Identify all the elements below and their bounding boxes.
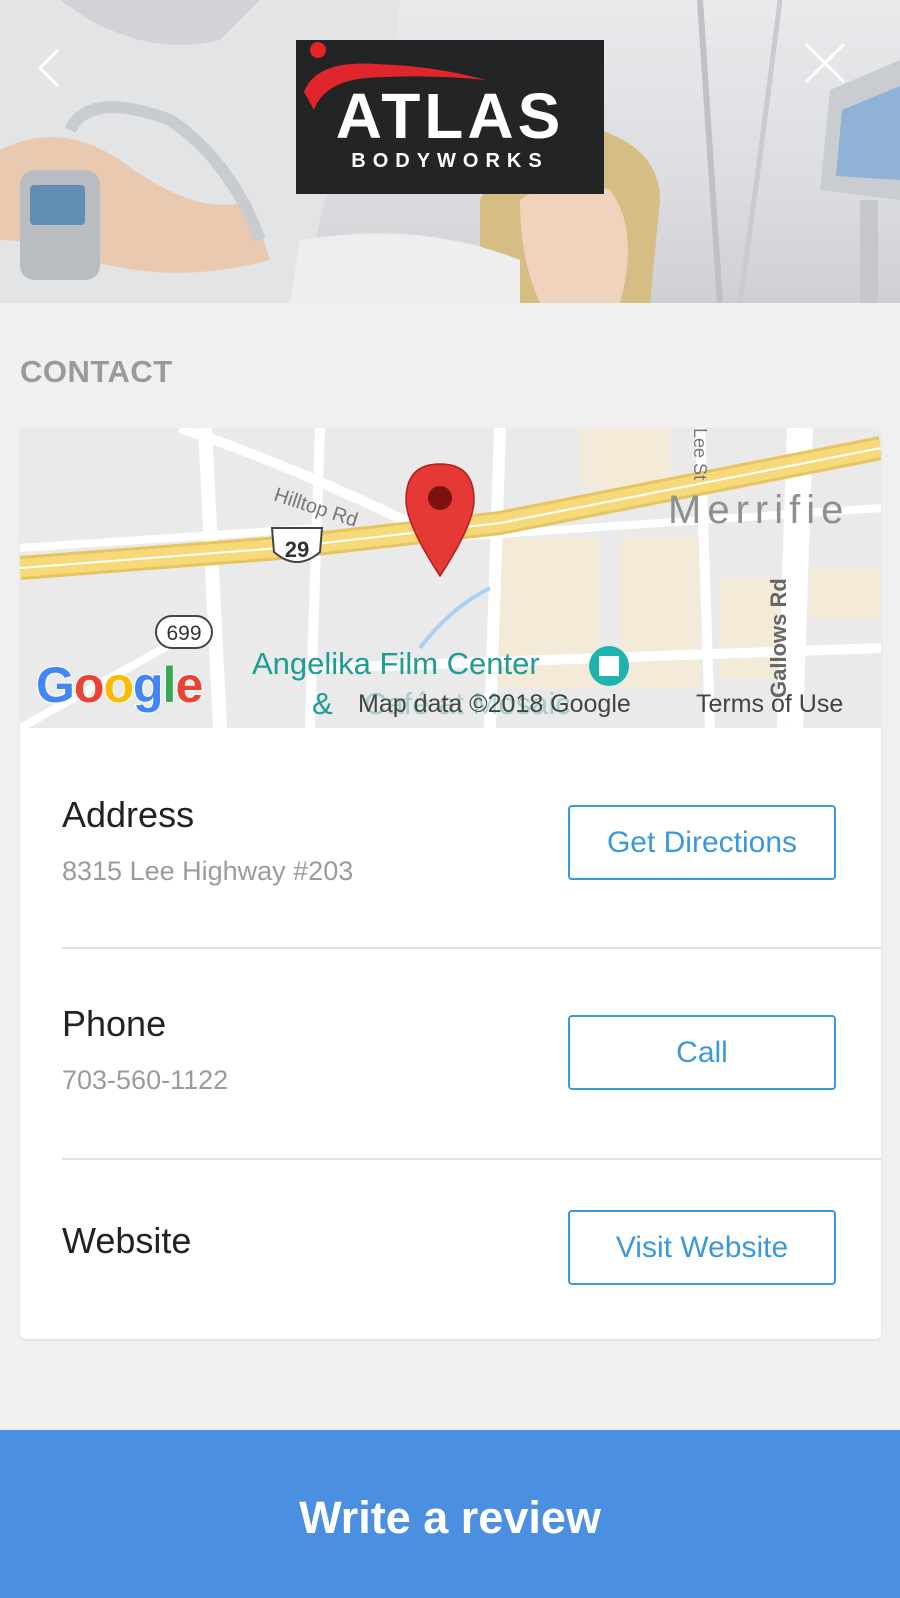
get-directions-button[interactable]: Get Directions bbox=[568, 805, 836, 880]
address-label: Address bbox=[62, 794, 195, 835]
website-row: Website Visit Website bbox=[20, 1160, 881, 1339]
chevron-left-icon bbox=[37, 48, 60, 88]
address-value: 8315 Lee Highway #203 bbox=[62, 856, 354, 886]
write-review-button[interactable]: Write a review bbox=[0, 1430, 900, 1598]
map-label-gallows: Gallows Rd bbox=[766, 578, 791, 698]
contact-card: 29 699 Hilltop Rd Lee St Merrifie Gallow… bbox=[20, 428, 881, 1339]
hero-banner: ATLAS BODYWORKS bbox=[0, 0, 900, 303]
back-button[interactable] bbox=[28, 44, 72, 88]
brand-logo: ATLAS BODYWORKS bbox=[296, 40, 604, 194]
phone-label: Phone bbox=[62, 1003, 167, 1044]
close-button[interactable] bbox=[800, 38, 850, 88]
route-699-label: 699 bbox=[166, 622, 201, 645]
brand-tagline: BODYWORKS bbox=[351, 150, 549, 172]
phone-value: 703-560-1122 bbox=[62, 1065, 229, 1095]
close-icon bbox=[804, 42, 846, 84]
map-label-lee: Lee St bbox=[690, 428, 710, 481]
map-label-angelika-amp: & bbox=[312, 686, 333, 721]
call-button[interactable]: Call bbox=[568, 1015, 836, 1090]
website-label: Website bbox=[62, 1220, 192, 1261]
section-title: CONTACT bbox=[20, 354, 173, 389]
visit-website-button[interactable]: Visit Website bbox=[568, 1210, 836, 1285]
map-label-angelika: Angelika Film Center bbox=[252, 646, 540, 681]
map-view[interactable]: 29 699 Hilltop Rd Lee St Merrifie Gallow… bbox=[20, 428, 881, 728]
brand-name: ATLAS bbox=[335, 80, 565, 152]
map-terms-link[interactable]: Terms of Use bbox=[696, 690, 843, 719]
google-logo: Google bbox=[35, 656, 204, 714]
map-label-merrifield: Merrifie bbox=[668, 488, 850, 532]
phone-row: Phone 703-560-1122 Call bbox=[20, 949, 881, 1149]
map-attribution: Map data ©2018 Google bbox=[358, 690, 631, 718]
address-row: Address 8315 Lee Highway #203 Get Direct… bbox=[20, 728, 881, 938]
route-29-label: 29 bbox=[285, 537, 309, 562]
